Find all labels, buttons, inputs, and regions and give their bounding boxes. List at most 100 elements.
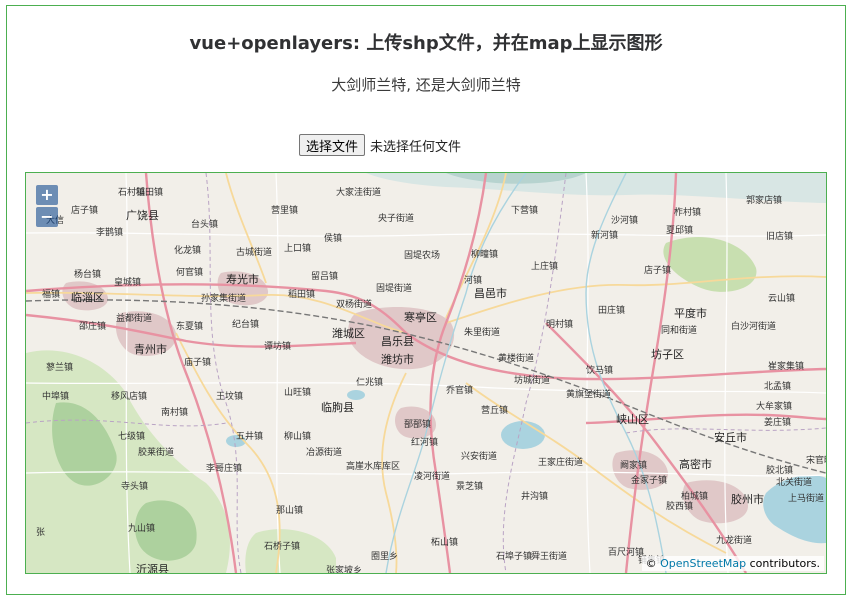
town-label: 店子镇 [644,264,671,276]
town-label: 上口镇 [284,242,311,254]
town-label: 央子街道 [378,212,414,224]
town-label: 乔官镇 [446,384,473,396]
town-label: 同和街道 [661,324,697,336]
city-label: 胶州市 [731,492,764,506]
town-label: 胶北镇 [766,464,793,476]
town-label: 孙家集街道 [201,292,246,304]
town-label: 古城街道 [236,246,272,258]
town-label: 柳山镇 [284,430,311,442]
town-label: 凌河街道 [414,470,450,482]
town-label: 郚郚镇 [404,418,431,430]
city-label: 平度市 [674,306,707,320]
town-label: 旧店镇 [766,230,793,242]
town-label: 营丘镇 [481,404,508,416]
city-label: 高密市 [679,457,712,471]
town-label: 谭坊镇 [264,340,291,352]
map-tiles[interactable]: 石村镇 大家洼街道稻田镇下营镇店子镇 广饶县 营里镇央子街道 沙河镇柞村镇郭家店镇台头镇… [26,173,826,573]
zoom-in-button[interactable]: + [36,185,58,205]
town-label: 金冢子镇 [631,474,667,486]
town-label: 化龙镇 [174,244,201,256]
town-label: 张 [36,527,45,538]
town-label: 夏邱镇 [666,224,693,236]
town-label: 李哥庄镇 [206,462,242,474]
city-label: 昌乐县 [381,335,414,348]
city-label: 临淄区 [71,290,104,304]
town-label: 那山镇 [276,504,303,516]
town-label: 姜庄镇 [764,416,791,428]
town-label: 明村镇 [546,318,573,330]
town-label: 九山镇 [128,522,155,534]
town-label: 圈里乡 [371,551,398,562]
town-label: 山旺镇 [284,386,311,398]
zoom-control: + − [36,185,58,227]
town-label: 邵庄镇 [79,320,106,332]
town-label: 蓼兰镇 [46,361,73,373]
town-label: 大牟家镇 [756,400,792,412]
openstreetmap-link[interactable]: OpenStreetMap [660,557,746,570]
city-label: 沂源县 [136,562,169,573]
page-title: vue+openlayers: 上传shp文件，并在map上显示图形 [189,33,663,54]
town-label: 白沙河街道 [731,320,776,332]
town-label: 北关街道 [776,476,812,488]
town-label: 柘山镇 [431,536,458,548]
attribution-contributors: contributors. [749,557,820,570]
town-label: 兴安街道 [461,450,497,462]
town-label: 沙河镇 [611,214,638,226]
city-label: 寒亭区 [404,310,437,324]
town-label: 皇城镇 [114,276,141,288]
map-view[interactable]: 石村镇 大家洼街道 稻田镇 下营镇 店子镇 广饶县 营里镇 央子街道 沙河镇 柞村镇 郭家店镇 台头镇… [25,172,827,574]
town-label: 下营镇 [511,204,538,216]
town-label: 朱里街道 [464,326,500,338]
file-upload: 选择文件 未选择任何文件 [299,134,461,156]
town-label: 留吕镇 [311,270,338,282]
town-label: 纪台镇 [232,318,259,330]
town-label: 南村镇 [161,406,188,418]
town-label: 张家坡乡 [326,564,362,573]
town-label: 田庄镇 [598,304,625,316]
town-label: 新河镇 [591,229,618,241]
town-label: 景芝镇 [456,480,483,492]
city-label: 临朐县 [321,400,354,414]
town-label: 仁兆镇 [356,376,383,388]
town-label: 阚家镇 [620,459,647,471]
town-label: 柏城镇 [681,490,708,502]
town-label: 上庄镇 [531,260,558,272]
town-label: 福镇 [42,288,60,300]
town-label: 柳疃镇 [471,248,498,260]
town-label: 河镇 [464,274,482,286]
city-label: 潍城区 [332,327,365,340]
town-label: 双杨街道 [336,298,372,310]
town-label: 侯镇 [324,232,342,244]
zoom-out-button[interactable]: − [36,207,58,227]
city-label: 广饶县 [126,209,159,222]
town-label: 崔家集镇 [768,360,804,372]
city-label: 青州市 [134,342,167,356]
town-label: 台头镇 [191,218,218,230]
town-label: 移风店镇 [111,390,147,402]
city-label: 寿光市 [226,272,259,286]
city-label: 昌邑市 [474,286,507,300]
city-label: 坊子区 [651,347,684,361]
app-container: vue+openlayers: 上传shp文件，并在map上显示图形 大剑师兰特… [6,5,846,595]
town-label: 红河镇 [411,436,438,448]
town-label: 坊城街道 [514,374,550,386]
town-label: 店子镇 [71,204,98,216]
town-label: 营里镇 [271,204,298,216]
town-label: 大家洼街道 [336,186,381,198]
city-label: 潍坊市 [381,352,414,366]
reservoir-xiashan [501,421,545,449]
town-label: 九龙街道 [716,534,752,546]
town-label: 稻田镇 [136,186,163,198]
choose-file-button[interactable]: 选择文件 [299,134,366,156]
town-label: 益都街道 [116,312,152,324]
town-label: 上马街道 [788,492,824,504]
town-label: 胶莱街道 [138,446,174,458]
town-label: 井沟镇 [521,490,548,502]
town-label: 固堤农场 [404,249,440,261]
town-label: 宋官疃镇 [806,454,826,466]
town-label: 高崖水库库区 [346,460,400,472]
file-status-text: 未选择任何文件 [370,139,462,155]
town-label: 北孟镇 [764,380,791,392]
town-label: 石埠子镇 [496,550,532,562]
town-label: 庙子镇 [184,356,211,368]
